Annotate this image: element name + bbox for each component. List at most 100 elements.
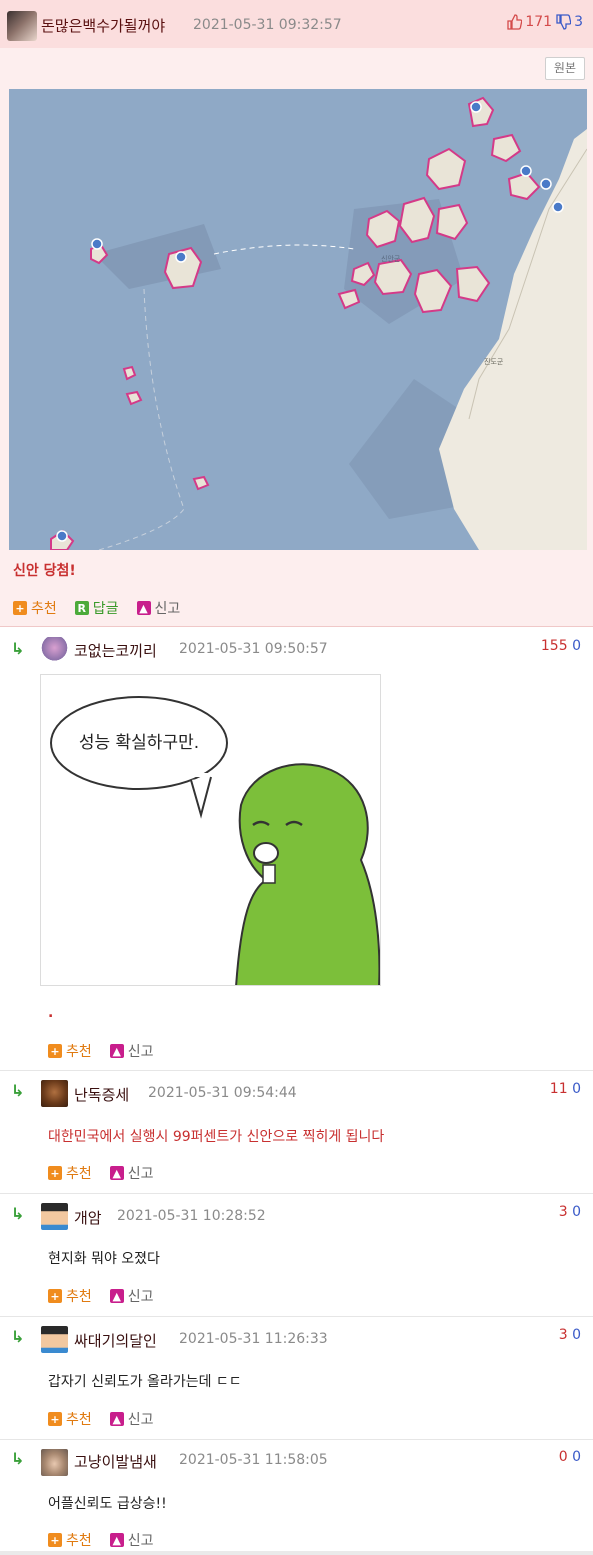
recommend-label: 추천 — [66, 1289, 92, 1305]
post-actions: + 추천 R 답글 ▲ 신고 — [13, 598, 180, 618]
recommend-button[interactable]: + 추천 — [48, 1163, 92, 1183]
recommend-label: 추천 — [66, 1412, 92, 1428]
map-label-sinan: 신안군 — [381, 254, 401, 263]
comment-downvotes: 0 — [572, 1081, 581, 1097]
recommend-button[interactable]: + 추천 — [48, 1530, 92, 1550]
reply-label: 답글 — [92, 601, 119, 617]
report-button[interactable]: ▲ 신고 — [109, 1286, 154, 1306]
reply-arrow-icon: ↳ — [11, 1449, 25, 1468]
plus-icon: + — [48, 1533, 62, 1547]
comment-actions: + 추천 ▲ 신고 — [48, 1286, 154, 1306]
commenter-avatar[interactable] — [41, 1449, 68, 1476]
plus-icon: + — [13, 601, 27, 615]
comment-author[interactable]: 난독증세 — [74, 1084, 129, 1105]
post-votes: 171 3 — [506, 14, 583, 30]
recommend-button[interactable]: + 추천 — [48, 1286, 92, 1306]
comment-author[interactable]: 개암 — [74, 1207, 102, 1228]
reply-arrow-icon: ↳ — [11, 639, 25, 658]
comment-votes: 11 0 — [550, 1081, 581, 1097]
report-label: 신고 — [127, 1533, 154, 1549]
speech-bubble-text: 성능 확실하구만. — [79, 733, 199, 753]
reply-button[interactable]: R 답글 — [74, 598, 119, 618]
commenter-avatar[interactable] — [41, 1203, 68, 1230]
comment-upvotes: 3 — [558, 1327, 568, 1343]
comment-author[interactable]: 코없는코끼리 — [74, 640, 157, 661]
main-post: 돈많은백수가될꺼야 2021-05-31 09:32:57 171 3 원본 신… — [0, 0, 593, 627]
comment-upvotes: 11 — [549, 1081, 568, 1097]
comment-date: 2021-05-31 09:50:57 — [179, 641, 328, 657]
report-icon: ▲ — [136, 601, 151, 615]
comment-votes: 3 0 — [559, 1204, 581, 1220]
commenter-avatar[interactable] — [41, 1326, 68, 1353]
commenter-avatar[interactable] — [41, 637, 68, 664]
thumbs-up-icon[interactable] — [506, 14, 523, 30]
comment-upvotes: 3 — [558, 1204, 568, 1220]
report-icon: ▲ — [109, 1166, 124, 1180]
reply-arrow-icon: ↳ — [11, 1081, 25, 1100]
recommend-label: 추천 — [66, 1533, 92, 1549]
report-label: 신고 — [127, 1412, 154, 1428]
plus-icon: + — [48, 1289, 62, 1303]
original-button[interactable]: 원본 — [544, 57, 585, 80]
recommend-button[interactable]: + 추천 — [13, 598, 57, 618]
comment-item: ↳ 난독증세 2021-05-31 09:54:44 11 0 대한민국에서 실… — [0, 1072, 593, 1194]
reply-arrow-icon: ↳ — [11, 1204, 25, 1223]
comment-date: 2021-05-31 11:58:05 — [179, 1452, 328, 1468]
comment-actions: + 추천 ▲ 신고 — [48, 1409, 154, 1429]
comment-downvotes: 0 — [572, 1204, 581, 1220]
comment-actions: + 추천 ▲ 신고 — [48, 1163, 154, 1183]
comment-votes: 155 0 — [541, 638, 581, 654]
comment-actions: + 추천 ▲ 신고 — [48, 1041, 154, 1061]
recommend-label: 추천 — [66, 1166, 92, 1182]
comment-downvotes: 0 — [572, 1327, 581, 1343]
recommend-button[interactable]: + 추천 — [48, 1409, 92, 1429]
comment-text: 갑자기 신뢰도가 올라가는데 ㄷㄷ — [48, 1374, 242, 1390]
post-date: 2021-05-31 09:32:57 — [193, 17, 342, 33]
plus-icon: + — [48, 1166, 62, 1180]
report-button[interactable]: ▲ 신고 — [109, 1530, 154, 1550]
thumbs-down-icon[interactable] — [555, 14, 572, 30]
plus-icon: + — [48, 1412, 62, 1426]
comment-author[interactable]: 싸대기의달인 — [74, 1330, 157, 1351]
post-header: 돈많은백수가될꺼야 2021-05-31 09:32:57 171 3 — [0, 0, 593, 48]
comment-votes: 0 0 — [559, 1449, 581, 1465]
report-button[interactable]: ▲ 신고 — [109, 1409, 154, 1429]
post-author[interactable]: 돈많은백수가될꺼야 — [41, 15, 165, 36]
comment-image[interactable]: 성능 확실하구만. — [40, 674, 381, 986]
report-icon: ▲ — [109, 1289, 124, 1303]
report-label: 신고 — [127, 1289, 154, 1305]
report-label: 신고 — [127, 1044, 154, 1060]
comment-text: 어플신뢰도 급상승!! — [48, 1496, 167, 1512]
commenter-avatar[interactable] — [41, 1080, 68, 1107]
comment-author[interactable]: 고냥이발냄새 — [74, 1451, 157, 1472]
recommend-label: 추천 — [66, 1044, 92, 1060]
comment-downvotes: 0 — [572, 638, 581, 654]
bottom-divider — [0, 1551, 593, 1555]
map-label-jindo: 진도군 — [484, 357, 504, 366]
plus-icon: + — [48, 1044, 62, 1058]
report-icon: ▲ — [109, 1044, 124, 1058]
comment-upvotes: 155 — [540, 638, 568, 654]
map-image[interactable]: 신안군 진도군 — [9, 89, 587, 550]
downvote-count: 3 — [574, 14, 583, 30]
comment-item: ↳ 고냥이발냄새 2021-05-31 11:58:05 0 0 어플신뢰도 급… — [0, 1441, 593, 1551]
comment-votes: 3 0 — [559, 1327, 581, 1343]
reply-arrow-icon: ↳ — [11, 1327, 25, 1346]
upvote-count: 171 — [525, 14, 553, 30]
report-label: 신고 — [154, 601, 181, 617]
report-icon: ▲ — [109, 1533, 124, 1547]
post-body-text: 신안 당첨! — [13, 563, 76, 579]
comment-actions: + 추천 ▲ 신고 — [48, 1530, 154, 1550]
comment-downvotes: 0 — [572, 1449, 581, 1465]
report-button[interactable]: ▲ 신고 — [136, 598, 181, 618]
recommend-label: 추천 — [31, 601, 57, 617]
comment-text: 현지화 뭐야 오졌다 — [48, 1251, 160, 1267]
report-button[interactable]: ▲ 신고 — [109, 1041, 154, 1061]
report-icon: ▲ — [109, 1412, 124, 1426]
recommend-button[interactable]: + 추천 — [48, 1041, 92, 1061]
comment-text: . — [48, 1005, 54, 1021]
comment-date: 2021-05-31 10:28:52 — [117, 1208, 266, 1224]
report-button[interactable]: ▲ 신고 — [109, 1163, 154, 1183]
comment-date: 2021-05-31 11:26:33 — [179, 1331, 328, 1347]
author-avatar[interactable] — [7, 11, 37, 41]
